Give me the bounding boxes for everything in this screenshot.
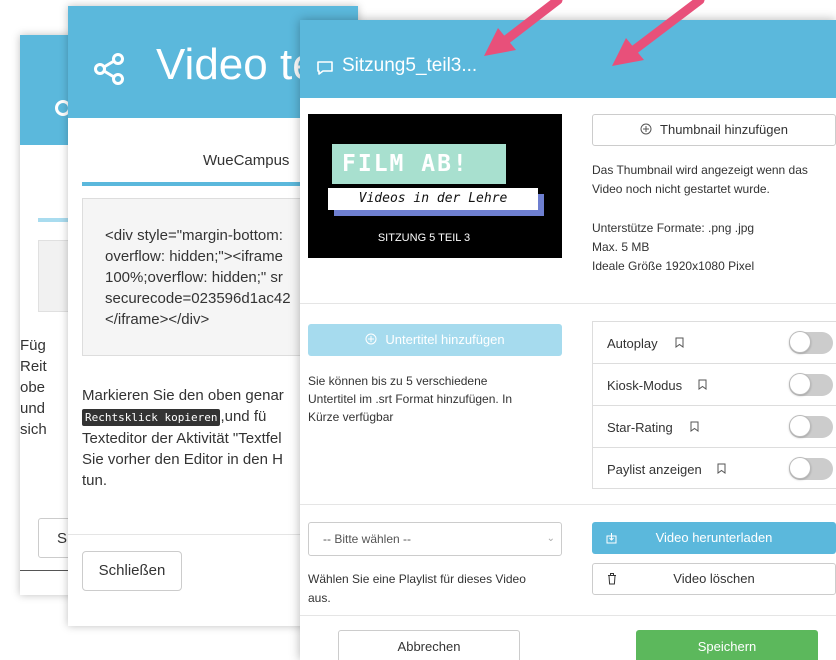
add-subtitle-label: Untertitel hinzufügen bbox=[385, 332, 505, 347]
subtitle-note: Sie können bis zu 5 verschiedene Unterti… bbox=[308, 374, 513, 424]
section-divider bbox=[300, 303, 836, 304]
instructions-line: ,und fü bbox=[220, 408, 267, 425]
option-label: Star-Rating bbox=[607, 420, 673, 435]
trash-icon bbox=[608, 573, 616, 585]
section-divider bbox=[300, 504, 836, 505]
background-select-text: S bbox=[57, 530, 68, 547]
background-text: Füg Reit obe und sich bbox=[20, 335, 47, 440]
video-settings-dialog: Sitzung5_teil3... FILM AB! Videos in der… bbox=[300, 20, 836, 660]
plus-circle-icon bbox=[365, 333, 377, 345]
thumbnail-session: SITZUNG 5 TEIL 3 bbox=[377, 232, 471, 244]
background-text-line: Füg bbox=[20, 337, 46, 354]
options-list: Autoplay Kiosk-Modus Star-Rating Paylist… bbox=[592, 321, 836, 489]
copy-shortcut-badge: Rechtsklick kopieren bbox=[82, 409, 221, 426]
toggle-knob bbox=[789, 373, 811, 395]
background-text-line: sich bbox=[20, 421, 47, 438]
bookmark-icon bbox=[675, 337, 684, 348]
playlist-select[interactable]: -- Bitte wählen -- ⌄ bbox=[308, 522, 562, 556]
option-playlist: Paylist anzeigen bbox=[593, 448, 836, 490]
option-star-rating: Star-Rating bbox=[593, 406, 836, 448]
thumbnail-note: Das Thumbnail wird angezeigt wenn das Vi… bbox=[592, 163, 808, 196]
background-text-line: und bbox=[20, 400, 46, 417]
option-kiosk: Kiosk-Modus bbox=[593, 364, 836, 406]
delete-video-button[interactable]: Video löschen bbox=[592, 563, 836, 595]
background-text-line: obe bbox=[20, 379, 46, 396]
playlist-select-value: -- Bitte wählen -- bbox=[323, 532, 412, 546]
tab-wuecampus[interactable]: WueCampus bbox=[203, 152, 289, 169]
video-dialog-header: Sitzung5_teil3... bbox=[300, 20, 836, 98]
plus-circle-icon bbox=[640, 123, 652, 135]
thumbnail-subheading: Videos in der Lehre bbox=[328, 188, 538, 210]
option-label: Autoplay bbox=[607, 336, 658, 351]
toggle-knob bbox=[789, 331, 811, 353]
instructions-rest: Texteditor der Aktivität "Textfel Sie vo… bbox=[82, 430, 283, 489]
save-button[interactable]: Speichern bbox=[636, 630, 818, 660]
add-thumbnail-label: Thumbnail hinzufügen bbox=[660, 122, 788, 137]
instructions-line: Markieren Sie den oben genar bbox=[82, 387, 284, 404]
download-video-label: Video herunterladen bbox=[655, 530, 773, 545]
embed-dialog-title: Video te bbox=[156, 40, 317, 89]
video-thumbnail: FILM AB! Videos in der Lehre SITZUNG 5 T… bbox=[308, 114, 562, 258]
background-text-line: Reit bbox=[20, 358, 47, 375]
cancel-button[interactable]: Abbrechen bbox=[338, 630, 520, 660]
chevron-down-icon: ⌄ bbox=[546, 533, 555, 544]
chat-icon bbox=[317, 61, 333, 75]
share-icon bbox=[94, 53, 124, 85]
toggle-knob bbox=[789, 415, 811, 437]
footer-divider bbox=[300, 615, 836, 616]
bookmark-icon bbox=[698, 379, 707, 390]
delete-video-label: Video löschen bbox=[673, 571, 755, 586]
download-icon bbox=[606, 533, 617, 544]
bookmark-icon bbox=[717, 463, 726, 474]
playlist-note: Wählen Sie eine Playlist für dieses Vide… bbox=[308, 572, 526, 605]
close-button[interactable]: Schließen bbox=[82, 551, 182, 591]
thumbnail-heading: FILM AB! bbox=[332, 144, 506, 184]
bookmark-icon bbox=[690, 421, 699, 432]
option-label: Paylist anzeigen bbox=[607, 462, 702, 477]
video-dialog-title: Sitzung5_teil3... bbox=[342, 55, 478, 76]
toggle-knob bbox=[789, 457, 811, 479]
formats-note: Unterstütze Formate: .png .jpg Max. 5 MB… bbox=[592, 221, 755, 273]
add-subtitle-button[interactable]: Untertitel hinzufügen bbox=[308, 324, 562, 356]
add-thumbnail-button[interactable]: Thumbnail hinzufügen bbox=[592, 114, 836, 146]
option-label: Kiosk-Modus bbox=[607, 378, 683, 393]
option-autoplay: Autoplay bbox=[593, 322, 836, 364]
download-video-button[interactable]: Video herunterladen bbox=[592, 522, 836, 554]
